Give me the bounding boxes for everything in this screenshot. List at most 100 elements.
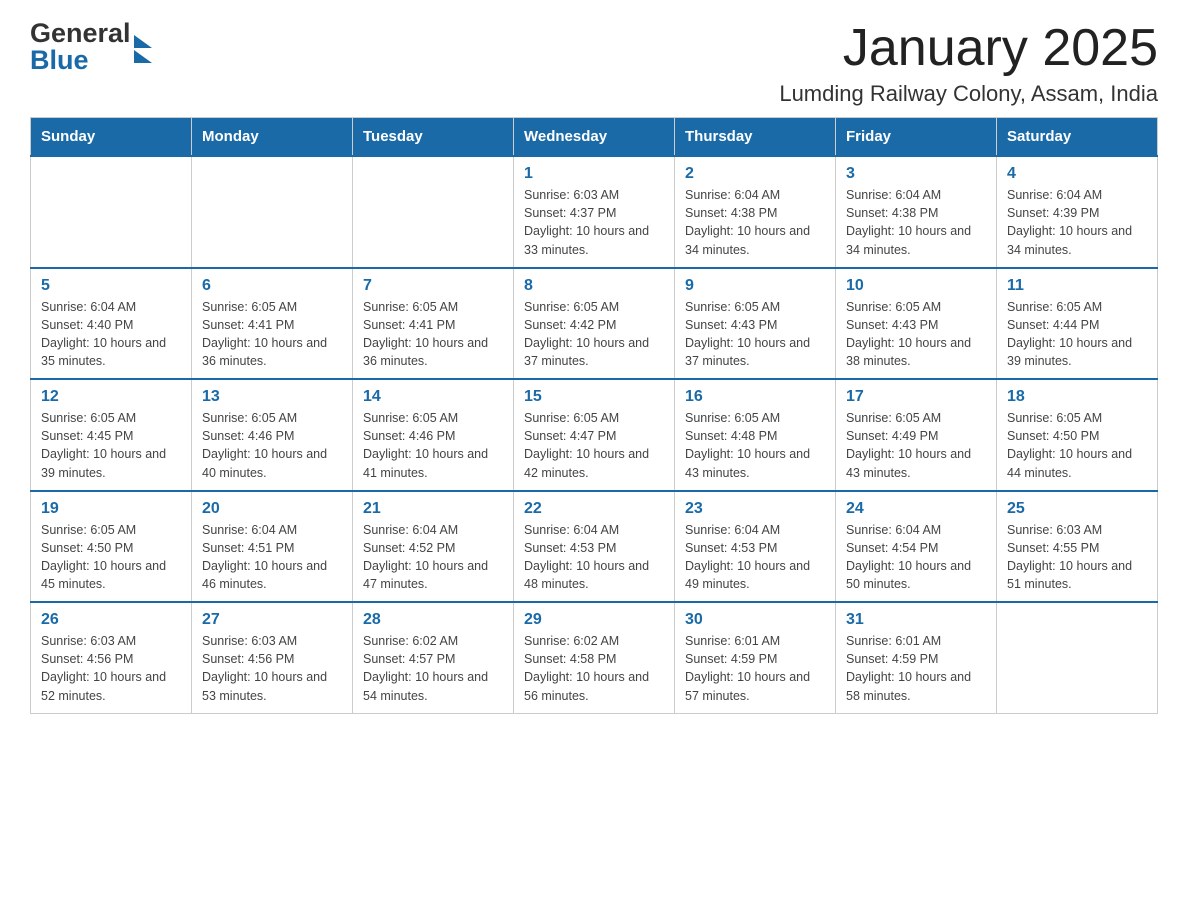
calendar: SundayMondayTuesdayWednesdayThursdayFrid…	[30, 117, 1158, 714]
day-number: 30	[685, 611, 825, 629]
calendar-cell	[31, 156, 192, 268]
calendar-cell: 16 Sunrise: 6:05 AMSunset: 4:48 PMDayligh…	[675, 379, 836, 491]
day-info: Sunrise: 6:04 AMSunset: 4:52 PMDaylight:…	[363, 521, 503, 594]
calendar-cell: 6 Sunrise: 6:05 AMSunset: 4:41 PMDaylight…	[192, 268, 353, 380]
week-row-3: 12 Sunrise: 6:05 AMSunset: 4:45 PMDayligh…	[31, 379, 1158, 491]
day-info: Sunrise: 6:04 AMSunset: 4:54 PMDaylight:…	[846, 521, 986, 594]
calendar-cell: 31 Sunrise: 6:01 AMSunset: 4:59 PMDayligh…	[836, 602, 997, 713]
day-info: Sunrise: 6:05 AMSunset: 4:46 PMDaylight:…	[363, 409, 503, 482]
day-number: 3	[846, 165, 986, 183]
day-info: Sunrise: 6:05 AMSunset: 4:41 PMDaylight:…	[202, 298, 342, 371]
day-number: 21	[363, 500, 503, 518]
calendar-cell: 22 Sunrise: 6:04 AMSunset: 4:53 PMDayligh…	[514, 491, 675, 603]
calendar-cell: 8 Sunrise: 6:05 AMSunset: 4:42 PMDaylight…	[514, 268, 675, 380]
calendar-cell: 4Sunrise: 6:04 AMSunset: 4:39 PMDaylight…	[997, 156, 1158, 268]
days-header-row: SundayMondayTuesdayWednesdayThursdayFrid…	[31, 118, 1158, 157]
day-info: Sunrise: 6:05 AMSunset: 4:42 PMDaylight:…	[524, 298, 664, 371]
week-row-4: 19 Sunrise: 6:05 AMSunset: 4:50 PMDayligh…	[31, 491, 1158, 603]
day-number: 13	[202, 388, 342, 406]
day-info: Sunrise: 6:04 AMSunset: 4:53 PMDaylight:…	[685, 521, 825, 594]
day-number: 9	[685, 277, 825, 295]
day-info: Sunrise: 6:03 AMSunset: 4:56 PMDaylight:…	[202, 632, 342, 705]
day-number: 27	[202, 611, 342, 629]
day-number: 10	[846, 277, 986, 295]
day-info: Sunrise: 6:05 AMSunset: 4:43 PMDaylight:…	[846, 298, 986, 371]
day-header-wednesday: Wednesday	[514, 118, 675, 157]
day-number: 16	[685, 388, 825, 406]
calendar-cell: 17Sunrise: 6:05 AMSunset: 4:49 PMDayligh…	[836, 379, 997, 491]
day-info: Sunrise: 6:05 AMSunset: 4:50 PMDaylight:…	[41, 521, 181, 594]
calendar-cell: 1 Sunrise: 6:03 AMSunset: 4:37 PMDaylight…	[514, 156, 675, 268]
day-number: 31	[846, 611, 986, 629]
subtitle: Lumding Railway Colony, Assam, India	[779, 81, 1158, 107]
calendar-cell: 5Sunrise: 6:04 AMSunset: 4:40 PMDaylight…	[31, 268, 192, 380]
day-number: 26	[41, 611, 181, 629]
logo-arrow-bottom	[134, 50, 152, 63]
day-number: 1	[524, 165, 664, 183]
day-number: 19	[41, 500, 181, 518]
day-number: 14	[363, 388, 503, 406]
week-row-2: 5Sunrise: 6:04 AMSunset: 4:40 PMDaylight…	[31, 268, 1158, 380]
day-info: Sunrise: 6:03 AMSunset: 4:37 PMDaylight:…	[524, 186, 664, 259]
calendar-cell: 9 Sunrise: 6:05 AMSunset: 4:43 PMDaylight…	[675, 268, 836, 380]
day-number: 6	[202, 277, 342, 295]
day-number: 11	[1007, 277, 1147, 295]
calendar-cell: 21 Sunrise: 6:04 AMSunset: 4:52 PMDayligh…	[353, 491, 514, 603]
calendar-cell: 7 Sunrise: 6:05 AMSunset: 4:41 PMDaylight…	[353, 268, 514, 380]
day-info: Sunrise: 6:02 AMSunset: 4:57 PMDaylight:…	[363, 632, 503, 705]
day-info: Sunrise: 6:05 AMSunset: 4:44 PMDaylight:…	[1007, 298, 1147, 371]
day-info: Sunrise: 6:05 AMSunset: 4:47 PMDaylight:…	[524, 409, 664, 482]
day-number: 25	[1007, 500, 1147, 518]
week-row-1: 1 Sunrise: 6:03 AMSunset: 4:37 PMDaylight…	[31, 156, 1158, 268]
logo-arrow-top	[134, 35, 152, 48]
day-number: 17	[846, 388, 986, 406]
day-info: Sunrise: 6:05 AMSunset: 4:48 PMDaylight:…	[685, 409, 825, 482]
calendar-cell	[997, 602, 1158, 713]
calendar-cell	[353, 156, 514, 268]
logo: General Blue	[30, 20, 152, 74]
calendar-cell: 18Sunrise: 6:05 AMSunset: 4:50 PMDayligh…	[997, 379, 1158, 491]
calendar-cell: 11 Sunrise: 6:05 AMSunset: 4:44 PMDayligh…	[997, 268, 1158, 380]
day-info: Sunrise: 6:05 AMSunset: 4:41 PMDaylight:…	[363, 298, 503, 371]
calendar-cell: 24Sunrise: 6:04 AMSunset: 4:54 PMDayligh…	[836, 491, 997, 603]
day-header-sunday: Sunday	[31, 118, 192, 157]
calendar-cell: 20 Sunrise: 6:04 AMSunset: 4:51 PMDayligh…	[192, 491, 353, 603]
day-info: Sunrise: 6:03 AMSunset: 4:55 PMDaylight:…	[1007, 521, 1147, 594]
header: General Blue January 2025 Lumding Railwa…	[30, 20, 1158, 107]
calendar-cell: 19 Sunrise: 6:05 AMSunset: 4:50 PMDayligh…	[31, 491, 192, 603]
day-header-saturday: Saturday	[997, 118, 1158, 157]
day-number: 8	[524, 277, 664, 295]
day-number: 28	[363, 611, 503, 629]
day-number: 20	[202, 500, 342, 518]
day-info: Sunrise: 6:05 AMSunset: 4:43 PMDaylight:…	[685, 298, 825, 371]
title-area: January 2025 Lumding Railway Colony, Ass…	[779, 20, 1158, 107]
calendar-cell: 13Sunrise: 6:05 AMSunset: 4:46 PMDayligh…	[192, 379, 353, 491]
day-number: 12	[41, 388, 181, 406]
day-number: 22	[524, 500, 664, 518]
calendar-cell	[192, 156, 353, 268]
day-info: Sunrise: 6:04 AMSunset: 4:51 PMDaylight:…	[202, 521, 342, 594]
day-info: Sunrise: 6:04 AMSunset: 4:39 PMDaylight:…	[1007, 186, 1147, 259]
calendar-cell: 10 Sunrise: 6:05 AMSunset: 4:43 PMDayligh…	[836, 268, 997, 380]
page-title: January 2025	[779, 20, 1158, 77]
week-row-5: 26 Sunrise: 6:03 AMSunset: 4:56 PMDayligh…	[31, 602, 1158, 713]
logo-blue-text: Blue	[30, 47, 131, 74]
day-info: Sunrise: 6:01 AMSunset: 4:59 PMDaylight:…	[846, 632, 986, 705]
day-info: Sunrise: 6:04 AMSunset: 4:40 PMDaylight:…	[41, 298, 181, 371]
day-info: Sunrise: 6:04 AMSunset: 4:38 PMDaylight:…	[685, 186, 825, 259]
day-number: 15	[524, 388, 664, 406]
calendar-cell: 12 Sunrise: 6:05 AMSunset: 4:45 PMDayligh…	[31, 379, 192, 491]
day-header-thursday: Thursday	[675, 118, 836, 157]
calendar-cell: 25 Sunrise: 6:03 AMSunset: 4:55 PMDayligh…	[997, 491, 1158, 603]
day-header-monday: Monday	[192, 118, 353, 157]
day-number: 29	[524, 611, 664, 629]
calendar-cell: 28 Sunrise: 6:02 AMSunset: 4:57 PMDayligh…	[353, 602, 514, 713]
day-number: 7	[363, 277, 503, 295]
day-header-friday: Friday	[836, 118, 997, 157]
day-header-tuesday: Tuesday	[353, 118, 514, 157]
day-info: Sunrise: 6:02 AMSunset: 4:58 PMDaylight:…	[524, 632, 664, 705]
day-info: Sunrise: 6:05 AMSunset: 4:45 PMDaylight:…	[41, 409, 181, 482]
day-info: Sunrise: 6:04 AMSunset: 4:53 PMDaylight:…	[524, 521, 664, 594]
calendar-cell: 30Sunrise: 6:01 AMSunset: 4:59 PMDayligh…	[675, 602, 836, 713]
calendar-cell: 15 Sunrise: 6:05 AMSunset: 4:47 PMDayligh…	[514, 379, 675, 491]
